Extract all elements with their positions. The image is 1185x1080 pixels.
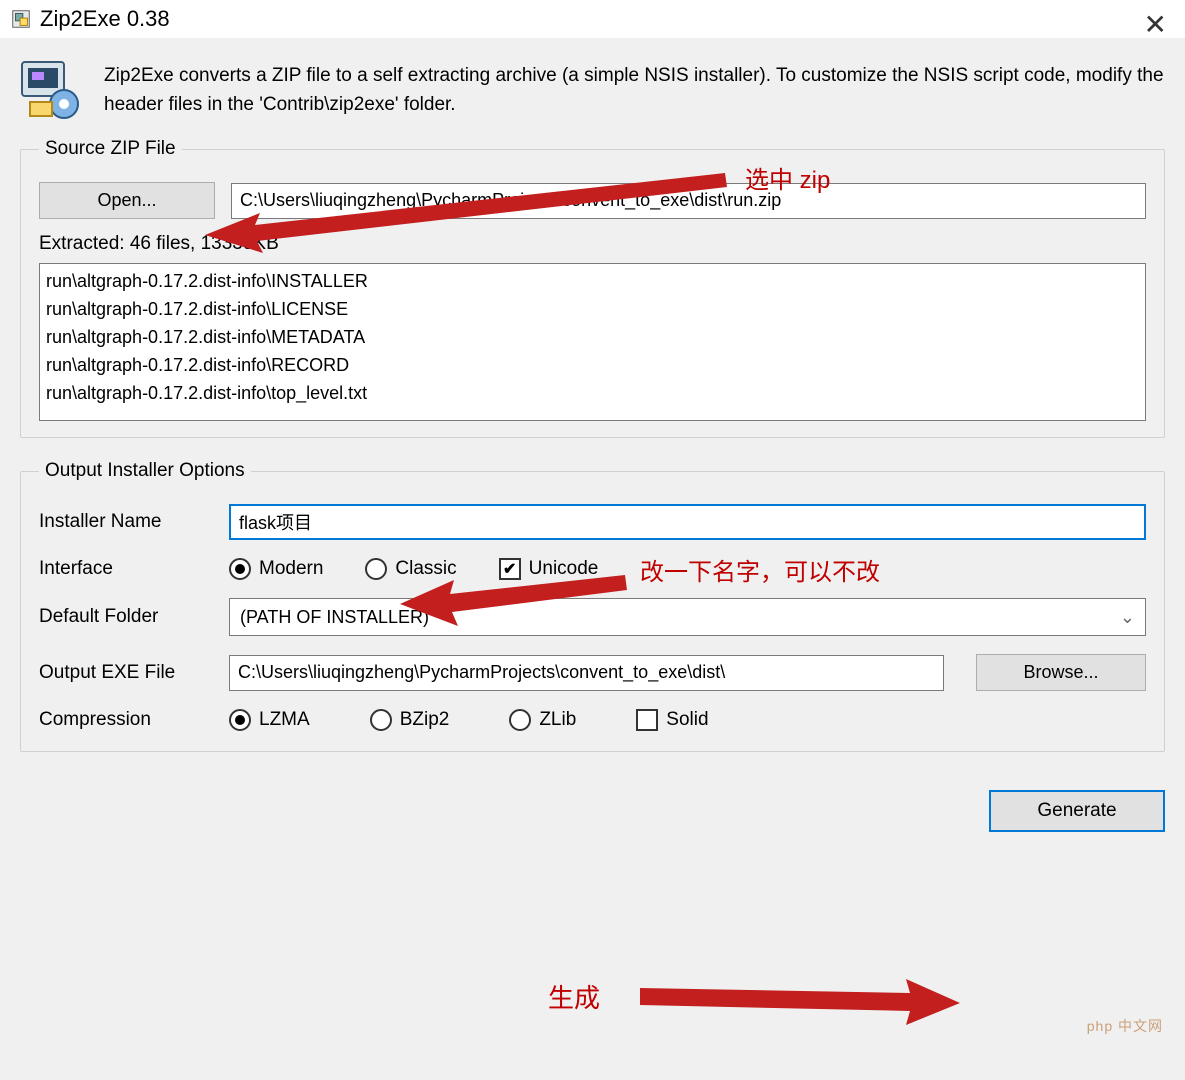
output-exe-input[interactable]	[229, 655, 944, 691]
list-item: run\altgraph-0.17.2.dist-info\LICENSE	[46, 296, 1139, 324]
interface-radio-classic[interactable]: Classic	[365, 558, 456, 580]
compression-checkbox-solid[interactable]: Solid	[636, 709, 708, 731]
list-item: run\altgraph-0.17.2.dist-info\top_level.…	[46, 380, 1139, 408]
default-folder-select[interactable]: (PATH OF INSTALLER) ⌄	[229, 598, 1146, 636]
output-exe-label: Output EXE File	[39, 662, 229, 684]
titlebar: Zip2Exe 0.38 ✕	[0, 0, 1185, 38]
extracted-file-list[interactable]: run\altgraph-0.17.2.dist-info\INSTALLER …	[39, 263, 1146, 421]
arrow-icon	[640, 975, 960, 1031]
compression-radio-bzip2[interactable]: BZip2	[370, 709, 450, 731]
radio-label: Modern	[259, 558, 323, 580]
compression-radio-lzma[interactable]: LZMA	[229, 709, 310, 731]
content-area: Zip2Exe converts a ZIP file to a self ex…	[0, 38, 1185, 784]
radio-icon	[509, 709, 531, 731]
output-options-legend: Output Installer Options	[39, 460, 251, 482]
zip-path-input[interactable]	[231, 183, 1146, 219]
radio-icon	[365, 558, 387, 580]
interface-label: Interface	[39, 558, 229, 580]
watermark-text: php 中文网	[1087, 1016, 1163, 1036]
extracted-status: Extracted: 46 files, 13339KB	[39, 233, 1146, 255]
compression-label: Compression	[39, 709, 229, 731]
interface-radio-modern[interactable]: Modern	[229, 558, 323, 580]
header-row: Zip2Exe converts a ZIP file to a self ex…	[20, 58, 1165, 120]
checkbox-icon	[636, 709, 658, 731]
close-icon[interactable]: ✕	[1144, 8, 1167, 41]
compression-radio-zlib[interactable]: ZLib	[509, 709, 576, 731]
open-button[interactable]: Open...	[39, 182, 215, 219]
zip2exe-icon	[20, 58, 86, 120]
radio-label: Classic	[395, 558, 456, 580]
list-item: run\altgraph-0.17.2.dist-info\INSTALLER	[46, 268, 1139, 296]
header-description: Zip2Exe converts a ZIP file to a self ex…	[104, 58, 1165, 119]
radio-icon	[370, 709, 392, 731]
select-value: (PATH OF INSTALLER)	[240, 607, 429, 628]
installer-name-label: Installer Name	[39, 511, 229, 533]
annotation-generate: 生成	[548, 978, 600, 1015]
generate-row: Generate	[0, 784, 1185, 846]
list-item: run\altgraph-0.17.2.dist-info\METADATA	[46, 324, 1139, 352]
source-zip-group: Source ZIP File Open... Extracted: 46 fi…	[20, 138, 1165, 438]
window-title: Zip2Exe 0.38	[40, 6, 170, 32]
radio-icon	[229, 558, 251, 580]
radio-icon	[229, 709, 251, 731]
source-zip-legend: Source ZIP File	[39, 138, 182, 160]
chevron-down-icon: ⌄	[1120, 607, 1135, 628]
interface-checkbox-unicode[interactable]: Unicode	[499, 558, 599, 580]
radio-label: ZLib	[539, 709, 576, 731]
list-item: run\altgraph-0.17.2.dist-info\RECORD	[46, 352, 1139, 380]
app-icon	[10, 8, 32, 30]
generate-button[interactable]: Generate	[989, 790, 1165, 832]
default-folder-label: Default Folder	[39, 606, 229, 628]
browse-button[interactable]: Browse...	[976, 654, 1146, 691]
checkbox-icon	[499, 558, 521, 580]
output-options-group: Output Installer Options Installer Name …	[20, 460, 1165, 752]
installer-name-input[interactable]	[229, 504, 1146, 540]
checkbox-label: Solid	[666, 709, 708, 731]
radio-label: LZMA	[259, 709, 310, 731]
radio-label: BZip2	[400, 709, 450, 731]
checkbox-label: Unicode	[529, 558, 599, 580]
